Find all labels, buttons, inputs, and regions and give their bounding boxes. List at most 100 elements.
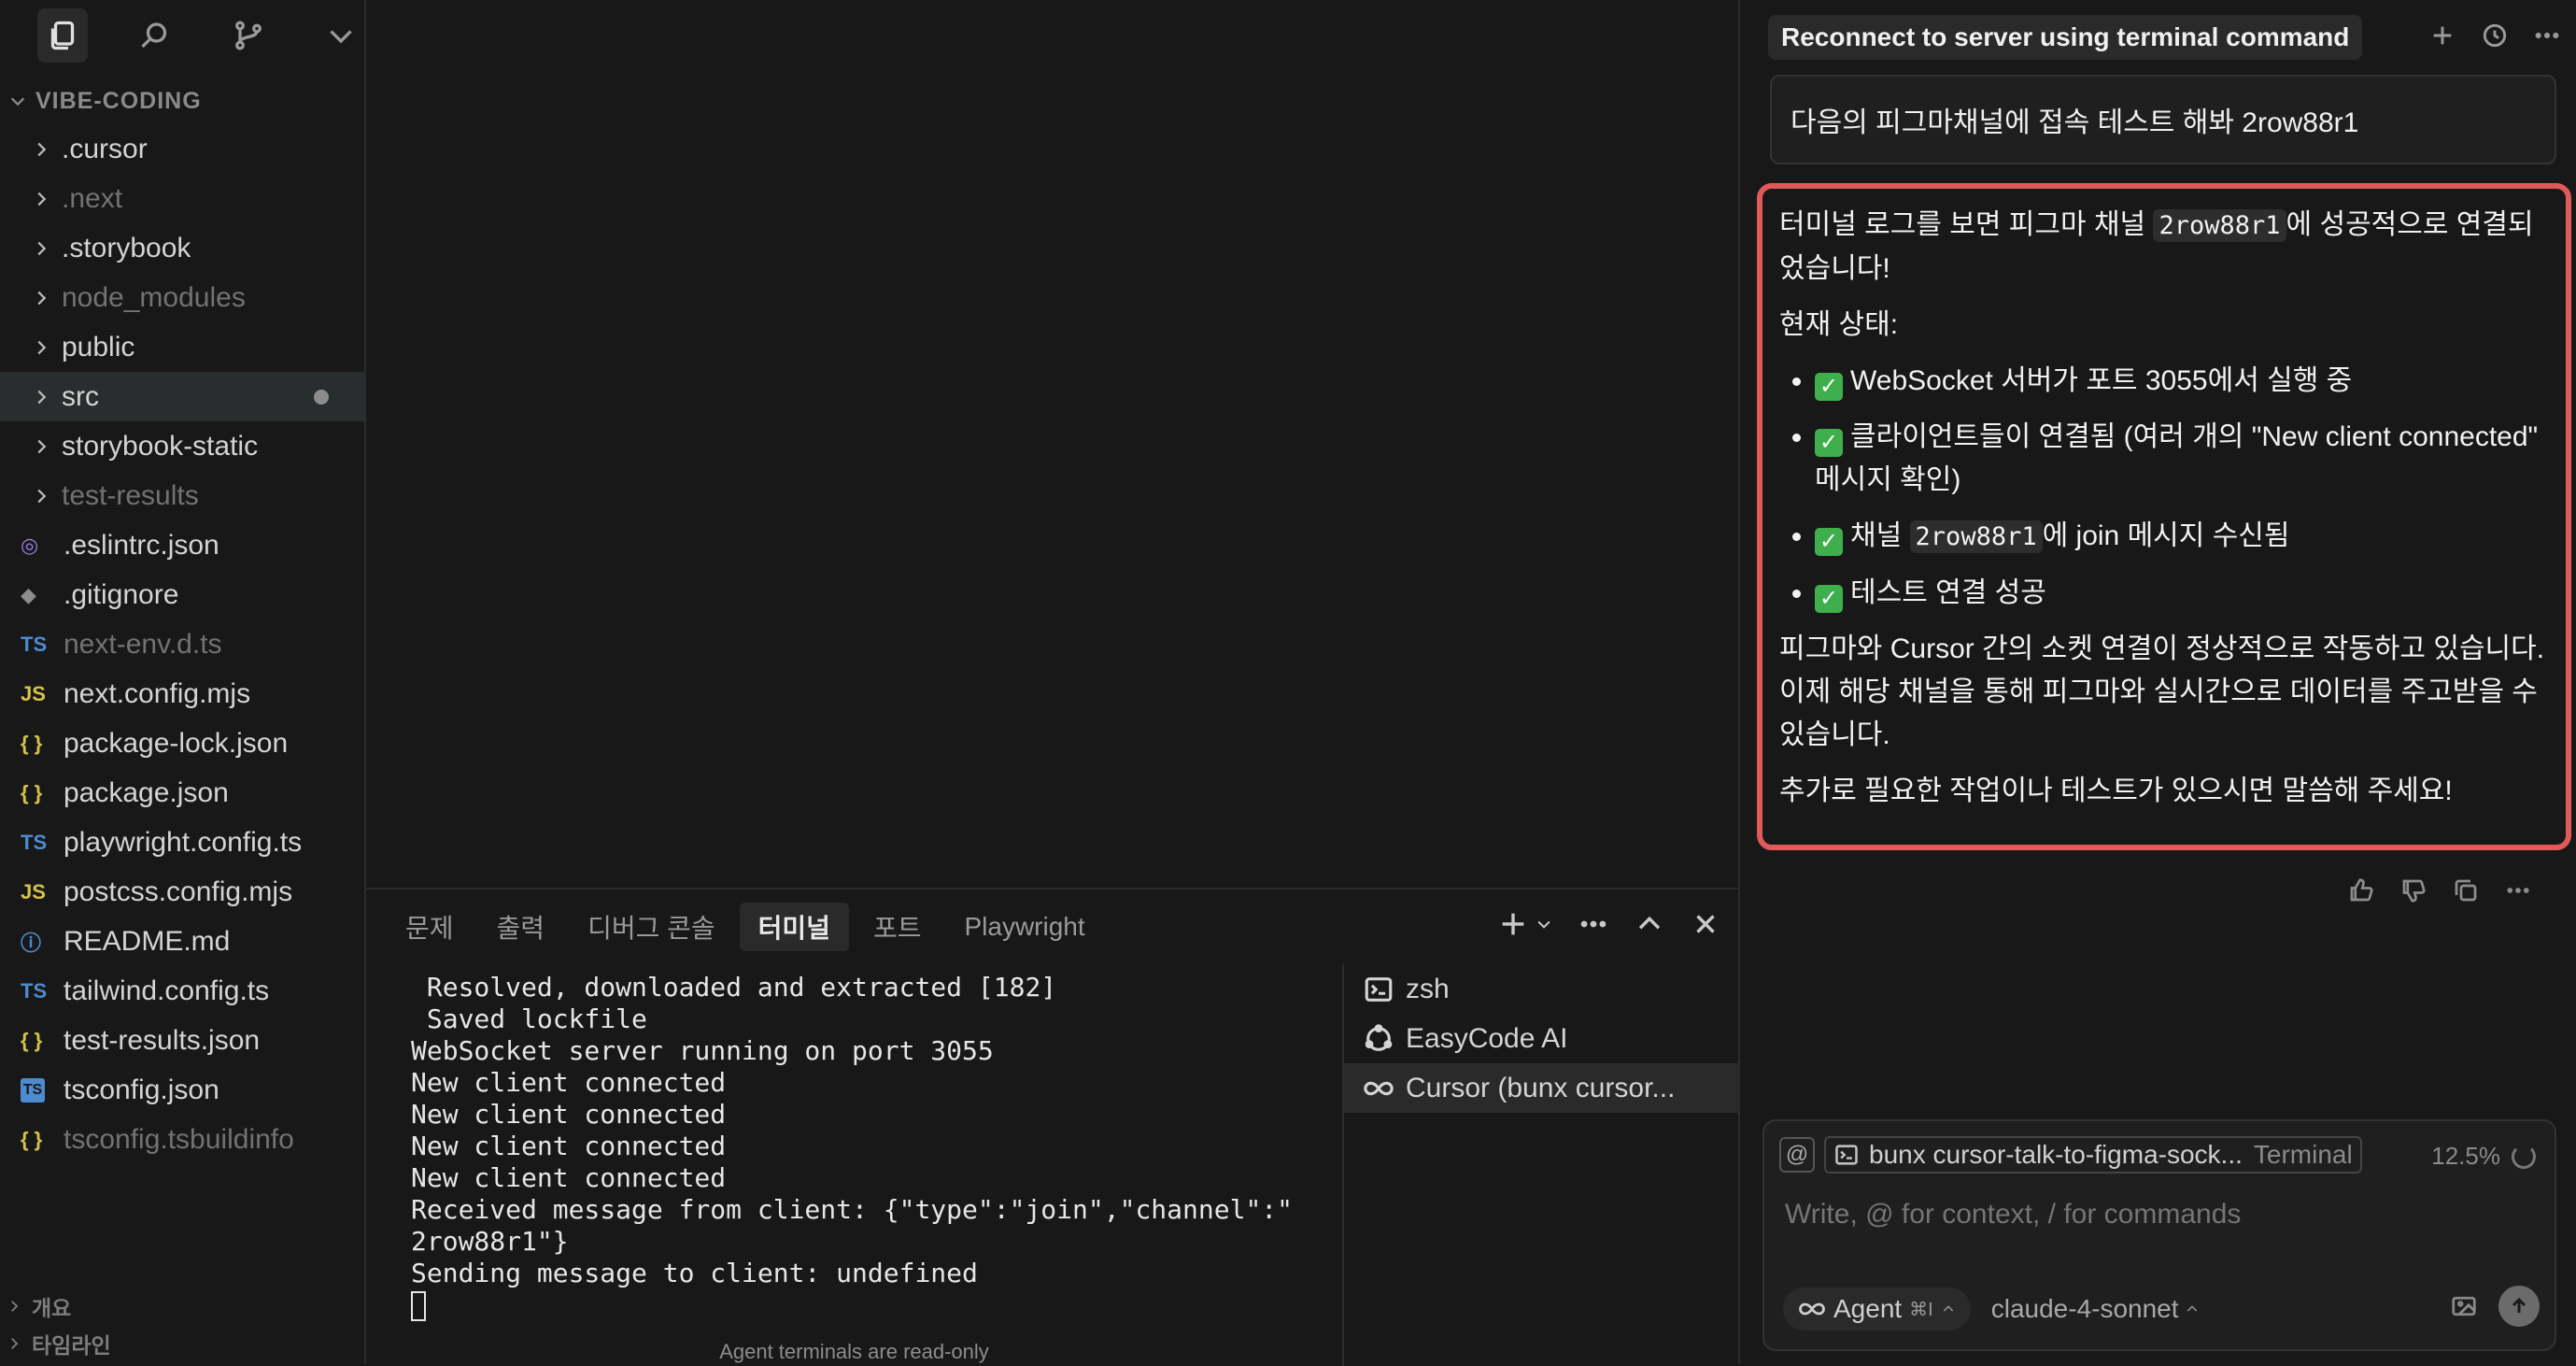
file-item[interactable]: TS tailwind.config.ts [0,966,366,1016]
git-branch-icon [234,21,262,50]
tree-item-label: storybook-static [62,430,259,462]
folder-item[interactable]: .storybook [0,223,366,273]
send-button[interactable] [2498,1286,2540,1327]
file-item[interactable]: TS next-env.d.ts [0,619,366,669]
terminal-output[interactable]: Resolved, downloaded and extracted [182]… [366,964,1342,1366]
model-selector[interactable]: claude-4-sonnet [1991,1294,2200,1324]
assistant-paragraph: 터미널 로그를 보면 피그마 채널 2row88r1 에 성공적으로 연결되었습니… [1779,204,2549,291]
file-item[interactable]: JS next.config.mjs [0,669,366,719]
chevron-right-icon [22,322,60,372]
modified-dot [314,389,329,405]
folder-item[interactable]: src [0,372,366,421]
file-item[interactable]: TS playwright.config.ts [0,818,366,867]
folder-item[interactable]: public [0,322,366,372]
tree-item-label: tsconfig.tsbuildinfo [64,1123,294,1155]
folder-item[interactable]: node_modules [0,273,366,322]
tab-ports[interactable]: 포트 [855,903,941,951]
json-icon: { } [21,731,43,755]
tab-problems[interactable]: 문제 [387,903,473,951]
usage-ring-icon [2512,1144,2536,1169]
image-icon[interactable] [2450,1292,2478,1320]
explorer-button[interactable] [37,8,88,63]
search-button[interactable] [131,8,181,63]
info-icon: ⓘ [21,931,42,955]
tree-item-label: .cursor [62,133,148,164]
history-icon[interactable] [2480,21,2510,50]
more-icon[interactable] [1578,908,1609,940]
terminal-item-cursor[interactable]: Cursor (bunx cursor... [1344,1063,1738,1113]
terminal-item-easycode[interactable]: EasyCode AI [1344,1014,1738,1063]
status-text: 채널 [1850,520,1910,551]
sidebar-sections: 개요 타임라인 [0,1288,366,1362]
chevron-down-icon[interactable] [1535,915,1553,933]
folder-item[interactable]: storybook-static [0,421,366,471]
file-item[interactable]: { } package-lock.json [0,719,366,768]
file-item[interactable]: ⓘ README.md [0,917,366,966]
terminal-icon [1835,1145,1858,1165]
thumbs-down-icon[interactable] [2399,876,2427,904]
folder-item[interactable]: .next [0,174,366,223]
agent-mode-button[interactable]: Agent ⌘I [1783,1288,1971,1330]
file-item[interactable]: ◎ .eslintrc.json [0,520,366,570]
outline-section[interactable]: 개요 [0,1288,366,1325]
project-header[interactable]: VIBE-CODING [0,82,366,120]
chat-header: Reconnect to server using terminal comma… [1768,13,2562,62]
typescript-icon: TS [21,978,48,1003]
composer-toolbar: Agent ⌘I claude-4-sonnet [1783,1286,2540,1332]
more-views-button[interactable] [317,8,367,63]
user-message[interactable]: 다음의 피그마채널에 접속 테스트 해봐 2row88r1 [1770,75,2556,164]
terminal-item-zsh[interactable]: zsh [1344,964,1738,1014]
chat-input[interactable] [1783,1198,2530,1231]
tab-debug-console[interactable]: 디버그 콘솔 [569,903,734,951]
plus-icon[interactable] [2427,21,2457,50]
chat-title-tab[interactable]: Reconnect to server using terminal comma… [1768,15,2363,60]
tree-item-label: package-lock.json [64,727,289,759]
tree-item-label: test-results [62,479,199,511]
status-item: ✓WebSocket 서버가 포트 3055에서 실행 중 [1815,360,2549,403]
chevron-right-icon [22,124,60,174]
timeline-section[interactable]: 타임라인 [0,1325,366,1362]
infinity-icon [1364,1081,1394,1095]
close-icon[interactable] [1690,908,1721,940]
tree-item-label: .storybook [62,232,191,263]
copy-icon[interactable] [2452,876,2480,904]
tree-item-label: .next [62,182,123,214]
check-icon: ✓ [1815,373,1843,401]
plus-icon[interactable] [1497,908,1529,940]
status-list: ✓WebSocket 서버가 포트 3055에서 실행 중 ✓ 클라이언트들이 연… [1779,360,2549,615]
file-item[interactable]: TS tsconfig.json [0,1065,366,1115]
chat-header-actions [2427,21,2562,50]
chevron-down-icon [330,30,352,44]
tree-item-label: next-env.d.ts [64,628,222,660]
context-row: @ bunx cursor-talk-to-figma-sock... Term… [1779,1136,2362,1174]
tab-output[interactable]: 출력 [478,903,564,951]
folder-item[interactable]: .cursor [0,124,366,174]
file-item[interactable]: { } tsconfig.tsbuildinfo [0,1115,366,1164]
file-item[interactable]: { } package.json [0,768,366,818]
chevron-right-icon [22,223,60,273]
context-chip[interactable]: bunx cursor-talk-to-figma-sock... Termin… [1824,1136,2362,1174]
chevron-right-icon [22,421,60,471]
more-icon[interactable] [2504,876,2532,904]
terminal-cursor [411,1291,426,1321]
easycode-icon [1365,1023,1393,1051]
add-context-button[interactable]: @ [1779,1137,1815,1173]
source-control-button[interactable] [223,8,274,63]
timeline-section-label: 타임라인 [32,1333,111,1358]
status-text: 클라이언트들이 연결됨 (여러 개의 "New client connected… [1815,421,2539,495]
terminal-readonly-note: Agent terminals are read-only [719,1340,989,1363]
panel-actions [1497,908,1721,940]
file-item[interactable]: JS postcss.config.mjs [0,867,366,917]
tab-playwright[interactable]: Playwright [945,906,1103,947]
tab-terminal[interactable]: 터미널 [739,903,849,951]
chevron-up-icon[interactable] [1634,908,1665,940]
thumbs-up-icon[interactable] [2347,876,2375,904]
file-item[interactable]: ◆ .gitignore [0,570,366,619]
terminal-icon [1365,976,1393,1002]
tree-item-label: public [62,331,135,363]
folder-item[interactable]: test-results [0,471,366,520]
terminal-line: Saved lockfile [411,1003,647,1034]
terminal-line: Sending message to client: undefined [411,1258,978,1288]
more-icon[interactable] [2532,21,2562,50]
file-item[interactable]: { } test-results.json [0,1016,366,1065]
